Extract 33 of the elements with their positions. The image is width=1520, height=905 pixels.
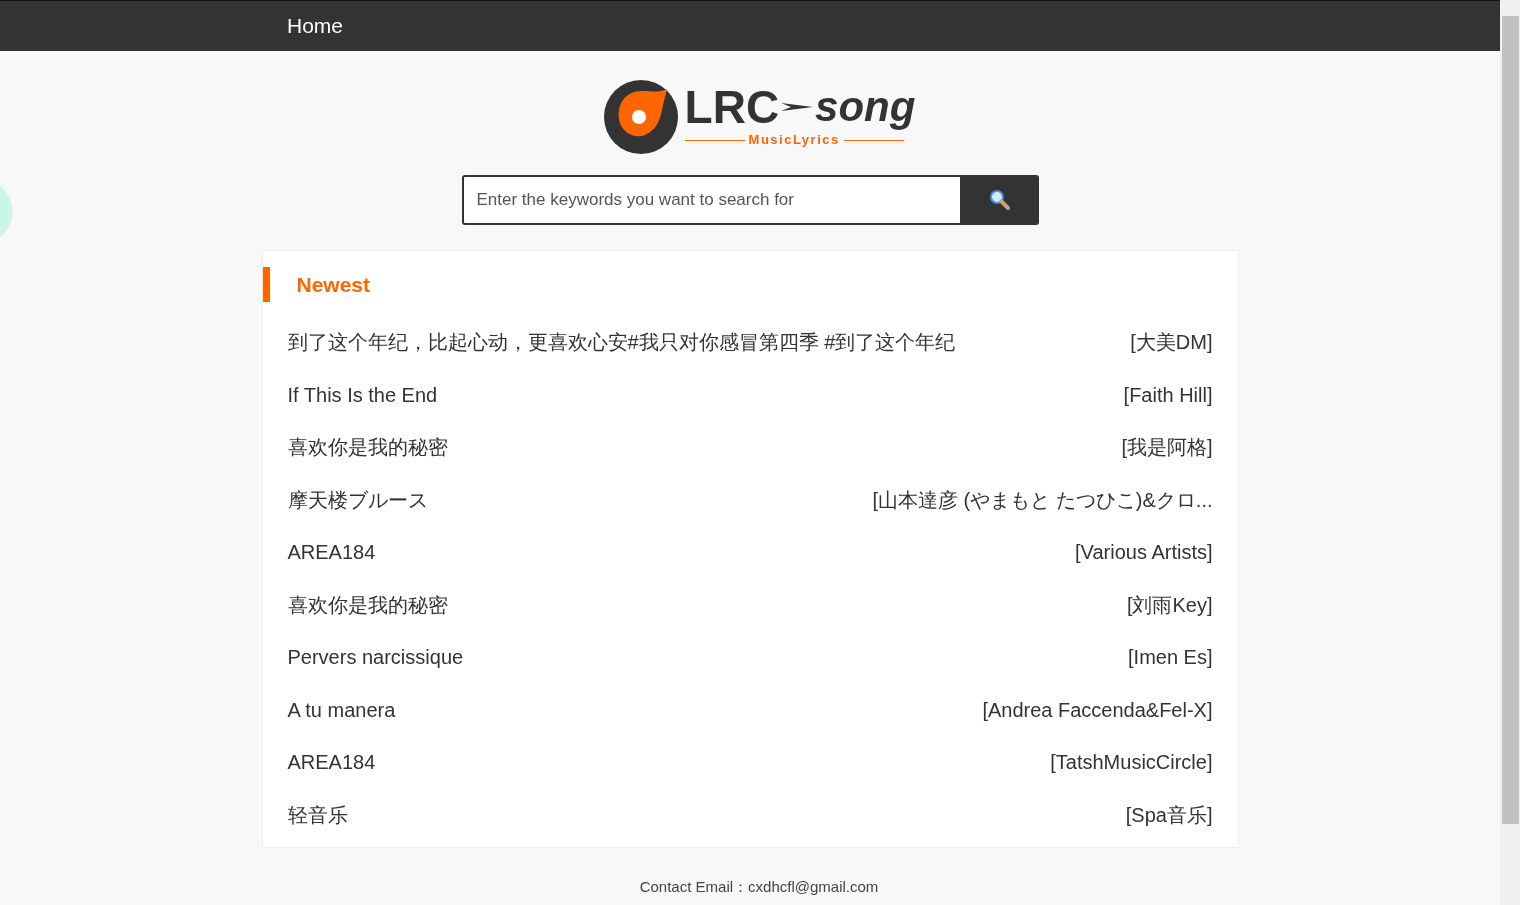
artist-name: [Various Artists]: [1075, 540, 1213, 566]
section-title: Newest: [296, 271, 371, 298]
artist-name: [山本達彦 (やまもと たつひこ)&クロ...: [872, 487, 1213, 513]
song-link[interactable]: 到了这个年纪，比起心动，更喜欢心安#我只对你感冒第四季 #到了这个年纪: [287, 327, 956, 358]
artist-name: [我是阿格]: [1121, 435, 1213, 461]
artist-name: [Imen Es]: [1128, 645, 1213, 671]
contact-email: Contact Email：cxdhcfl@gmail.com: [639, 877, 879, 897]
song-link[interactable]: 喜欢你是我的秘密: [287, 432, 448, 463]
search-field[interactable]: Enter the keywords you want to search for: [461, 175, 962, 225]
logo-script: song: [815, 86, 916, 129]
search-icon: [989, 189, 1011, 211]
logo-text: LRC: [684, 84, 780, 131]
artist-name: [TatshMusicCircle]: [1050, 750, 1213, 776]
song-link[interactable]: A tu manera: [287, 694, 396, 725]
song-link[interactable]: If This Is the End: [287, 379, 438, 410]
accent-bar: [262, 267, 270, 302]
song-link[interactable]: AREA184: [287, 537, 376, 568]
song-link[interactable]: 摩天楼ブルース: [287, 484, 428, 515]
song-link[interactable]: 轻音乐: [287, 799, 348, 830]
scrollbar-thumb[interactable]: [1501, 16, 1519, 824]
vinyl-disc-icon: [602, 79, 679, 155]
artist-name: [刘雨Key]: [1126, 592, 1213, 618]
song-link[interactable]: 喜欢你是我的秘密: [287, 589, 448, 620]
scrollbar[interactable]: [1500, 0, 1520, 905]
artist-name: [大美DM]: [1130, 330, 1213, 356]
search-button[interactable]: [961, 175, 1039, 225]
song-link[interactable]: Pervers narcissique: [287, 642, 464, 673]
artist-name: [Faith Hill]: [1123, 382, 1213, 408]
home-link[interactable]: Home: [287, 10, 344, 42]
song-link[interactable]: AREA184: [287, 747, 376, 778]
artist-name: [Andrea Faccenda&Fel-X]: [982, 697, 1213, 723]
artist-name: [Spa音乐]: [1125, 802, 1213, 828]
logo-tagline: MusicLyrics: [748, 131, 840, 150]
